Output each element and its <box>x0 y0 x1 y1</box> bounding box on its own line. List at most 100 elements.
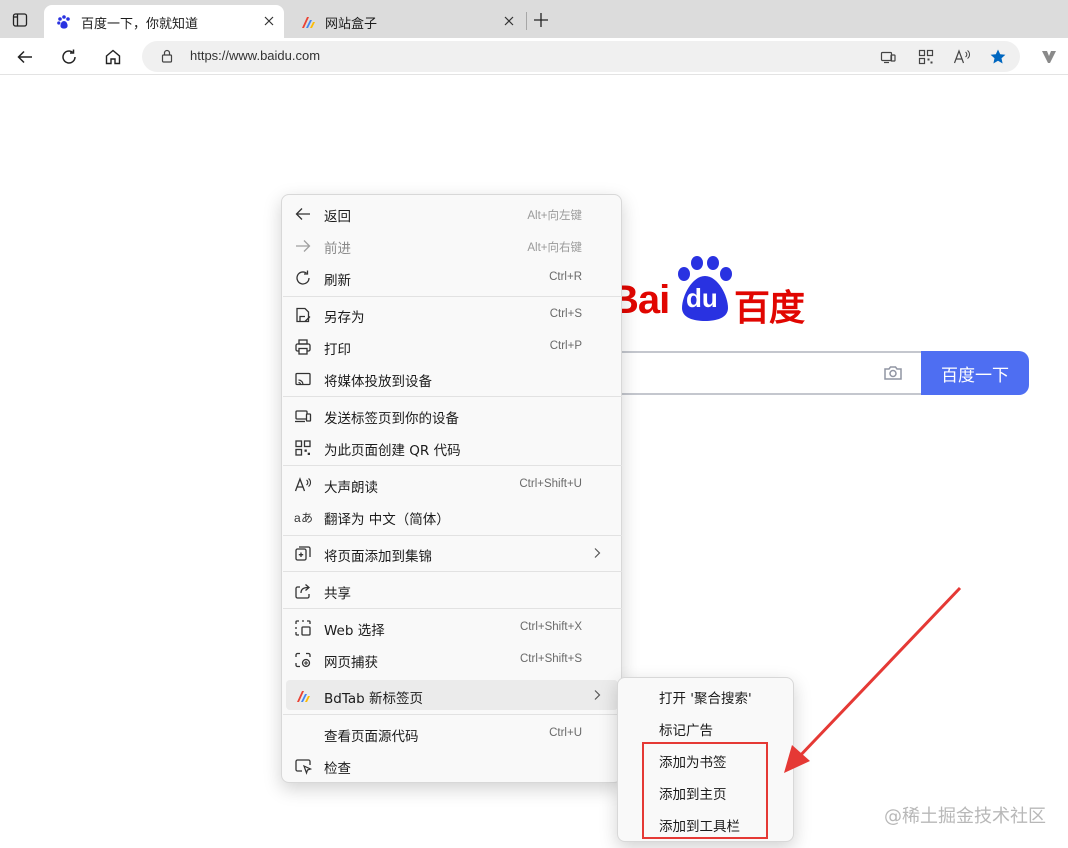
menu-item-print[interactable]: 打印 Ctrl+P <box>286 331 618 361</box>
tab-close-button[interactable] <box>260 12 278 30</box>
send-device-icon <box>295 410 312 423</box>
app-available-button[interactable] <box>878 47 898 67</box>
baidu-logo[interactable]: Bai du 百度 <box>610 252 820 329</box>
favorite-star-button[interactable] <box>988 47 1008 67</box>
menu-item-label: 共享 <box>324 586 351 602</box>
star-filled-icon <box>990 49 1006 64</box>
menu-item-label: 网页捕获 <box>324 655 378 671</box>
menu-item-view-source[interactable]: 查看页面源代码 Ctrl+U <box>286 718 618 748</box>
menu-item-back[interactable]: 返回 Alt+向左键 <box>286 198 618 228</box>
svg-text:あ: あ <box>301 511 312 525</box>
menu-divider <box>283 535 622 536</box>
save-as-icon <box>296 307 311 323</box>
refresh-icon <box>296 270 310 285</box>
address-bar[interactable]: https://www.baidu.com <box>142 41 1020 72</box>
chevron-right-icon <box>594 690 601 700</box>
close-icon <box>264 16 274 26</box>
menu-item-forward[interactable]: 前进 Alt+向右键 <box>286 230 618 260</box>
submenu-item-mark-ad[interactable]: 标记广告 <box>622 712 790 742</box>
tab-title: 网站盒子 <box>325 17 378 32</box>
bdtab-icon <box>302 17 315 28</box>
menu-item-label: 前进 <box>324 241 351 257</box>
chevron-right-icon <box>594 548 601 558</box>
home-button[interactable] <box>99 43 127 71</box>
qr-code-icon <box>918 49 934 65</box>
submenu-item-label: 打开 '聚合搜索' <box>659 691 752 707</box>
menu-divider <box>283 296 622 297</box>
menu-item-refresh[interactable]: 刷新 Ctrl+R <box>286 262 618 292</box>
extension-button[interactable] <box>1035 43 1063 71</box>
menu-item-web-select[interactable]: Web 选择 Ctrl+Shift+X <box>286 612 618 642</box>
menu-item-inspect[interactable]: 检查 <box>286 750 618 780</box>
annotation-arrow-icon <box>784 586 962 773</box>
submenu-item-label: 标记广告 <box>659 723 713 739</box>
camera-icon[interactable] <box>882 362 904 384</box>
printer-icon <box>295 339 311 355</box>
read-aloud-icon <box>294 477 311 492</box>
menu-item-label: 翻译为 中文（简体） <box>324 512 450 528</box>
logo-du-text: du <box>686 283 718 313</box>
menu-divider <box>283 608 622 609</box>
menu-item-label: 大声朗读 <box>324 480 378 496</box>
tab-baidu[interactable]: 百度一下，你就知道 <box>44 5 284 38</box>
menu-item-label: 发送标签页到你的设备 <box>324 411 459 427</box>
tab-title: 百度一下，你就知道 <box>81 17 199 32</box>
menu-item-shortcut: Ctrl+R <box>549 271 582 283</box>
qr-code-icon <box>295 440 311 456</box>
menu-item-label: 将页面添加到集锦 <box>324 549 432 565</box>
menu-item-shortcut: Alt+向右键 <box>527 242 582 254</box>
menu-item-shortcut: Alt+向左键 <box>527 210 582 222</box>
menu-divider <box>283 396 622 397</box>
menu-item-label: 为此页面创建 QR 代码 <box>324 443 461 459</box>
tab-close-button[interactable] <box>500 12 518 30</box>
tab-actions-menu-button[interactable] <box>6 6 34 34</box>
menu-item-shortcut: Ctrl+Shift+U <box>519 478 582 490</box>
menu-item-shortcut: Ctrl+U <box>549 727 582 739</box>
read-aloud-icon <box>953 49 970 64</box>
inspect-icon <box>295 759 312 775</box>
forward-arrow-icon <box>296 240 311 252</box>
menu-divider <box>283 571 622 572</box>
annotation-highlight-box <box>642 742 768 839</box>
menu-item-shortcut: Ctrl+Shift+S <box>520 653 582 665</box>
menu-item-save-as[interactable]: 另存为 Ctrl+S <box>286 299 618 329</box>
menu-item-web-capture[interactable]: 网页捕获 Ctrl+Shift+S <box>286 644 618 674</box>
back-button[interactable] <box>11 43 39 71</box>
url-text[interactable]: https://www.baidu.com <box>190 48 320 63</box>
menu-item-translate[interactable]: aあ 翻译为 中文（简体） <box>286 501 618 531</box>
search-input[interactable] <box>600 351 922 395</box>
tab-actions-icon <box>12 13 28 27</box>
menu-item-send-tab[interactable]: 发送标签页到你的设备 <box>286 400 618 430</box>
menu-item-label: 刷新 <box>324 273 351 289</box>
collections-icon <box>295 546 311 561</box>
share-icon <box>295 584 310 599</box>
tab-website-box[interactable]: 网站盒子 <box>288 5 524 38</box>
menu-item-add-to-collections[interactable]: 将页面添加到集锦 <box>286 538 618 568</box>
lock-icon[interactable] <box>160 49 174 63</box>
menu-item-cast-media[interactable]: 将媒体投放到设备 <box>286 363 618 393</box>
menu-item-read-aloud[interactable]: 大声朗读 Ctrl+Shift+U <box>286 469 618 499</box>
menu-item-label: 返回 <box>324 209 351 225</box>
menu-item-label: 将媒体投放到设备 <box>324 374 432 390</box>
tab-strip: 百度一下，你就知道 网站盒子 <box>0 0 1068 38</box>
menu-item-label: 另存为 <box>324 310 365 326</box>
new-tab-button[interactable] <box>529 8 553 32</box>
navigation-toolbar: https://www.baidu.com <box>0 38 1068 75</box>
read-aloud-button[interactable] <box>952 47 972 67</box>
plus-icon <box>534 13 548 27</box>
close-icon <box>504 16 514 26</box>
logo-cn-text: 百度 <box>734 288 805 329</box>
submenu-item-open-search[interactable]: 打开 '聚合搜索' <box>622 680 790 710</box>
menu-item-shortcut: Ctrl+S <box>549 308 582 320</box>
menu-item-shortcut: Ctrl+P <box>549 340 582 352</box>
search-button[interactable]: 百度一下 <box>921 351 1029 395</box>
web-select-icon <box>295 620 311 636</box>
refresh-button[interactable] <box>55 43 83 71</box>
menu-item-label: 打印 <box>324 342 351 358</box>
menu-item-share[interactable]: 共享 <box>286 575 618 605</box>
refresh-icon <box>62 49 76 64</box>
home-icon <box>105 49 121 65</box>
menu-item-create-qr[interactable]: 为此页面创建 QR 代码 <box>286 432 618 462</box>
qr-code-button[interactable] <box>916 47 936 67</box>
menu-item-bdtab[interactable]: BdTab 新标签页 <box>286 680 618 710</box>
